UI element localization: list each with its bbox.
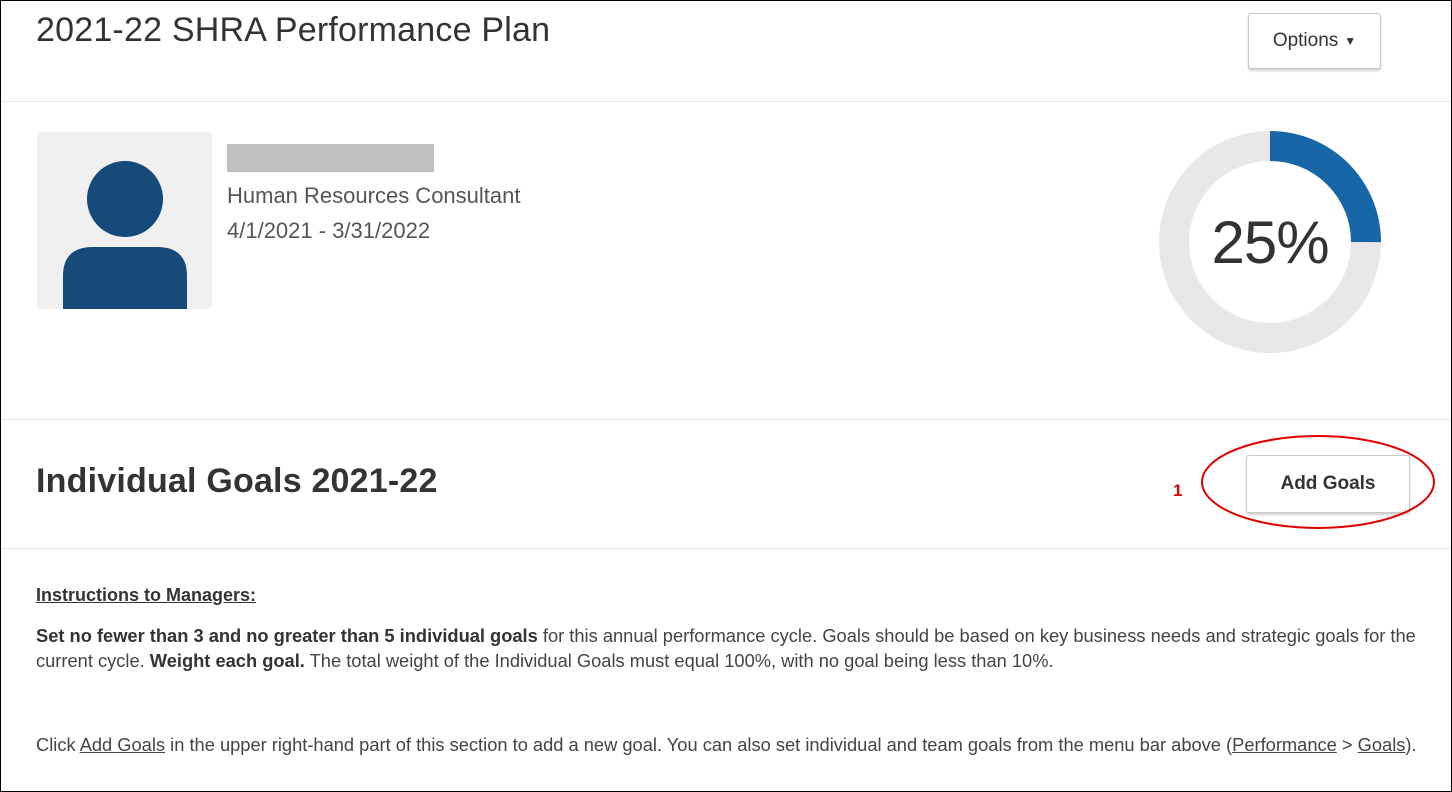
options-button-label: Options <box>1272 30 1339 51</box>
instructions-text-2: The total weight of the Individual Goals… <box>304 650 1054 671</box>
employee-name-redacted <box>227 144 434 172</box>
review-date-range: 4/1/2021 - 3/31/2022 <box>227 218 431 243</box>
caret-down-icon: ▼ <box>1344 34 1357 48</box>
goals-link[interactable]: Goals <box>1358 734 1406 755</box>
person-icon <box>63 161 187 309</box>
instructions-text-3: Click <box>36 734 80 755</box>
header-divider <box>1 101 1451 102</box>
add-goals-link[interactable]: Add Goals <box>80 734 165 755</box>
add-goals-button[interactable]: Add Goals <box>1246 455 1410 513</box>
section-divider <box>1 419 1451 420</box>
instructions-bold-2: Weight each goal. <box>149 650 305 671</box>
instructions-heading: Instructions to Managers: <box>36 585 257 605</box>
performance-plan-page: 2021-22 SHRA Performance Plan Options ▼ … <box>0 0 1452 792</box>
instructions-divider <box>1 548 1451 549</box>
employee-job-title: Human Resources Consultant <box>227 183 521 208</box>
breadcrumb-separator: > <box>1336 734 1358 755</box>
page-title: 2021-22 SHRA Performance Plan <box>36 11 551 49</box>
section-title: Individual Goals 2021-22 <box>36 462 438 500</box>
performance-link[interactable]: Performance <box>1232 734 1337 755</box>
instructions-text-4: in the upper right-hand part of this sec… <box>165 734 1233 755</box>
annotation-number: 1 <box>1173 481 1183 500</box>
progress-percent: 25% <box>1211 208 1329 276</box>
instructions-paragraph-1: Set no fewer than 3 and no greater than … <box>36 623 1436 673</box>
instructions-text-5: ). <box>1405 734 1417 755</box>
progress-donut: 25% <box>1159 131 1381 353</box>
avatar <box>37 132 212 309</box>
options-button[interactable]: Options ▼ <box>1248 13 1381 69</box>
instructions-paragraph-2: Click Add Goals in the upper right-hand … <box>36 732 1436 757</box>
instructions-bold-1: Set no fewer than 3 and no greater than … <box>36 625 538 646</box>
